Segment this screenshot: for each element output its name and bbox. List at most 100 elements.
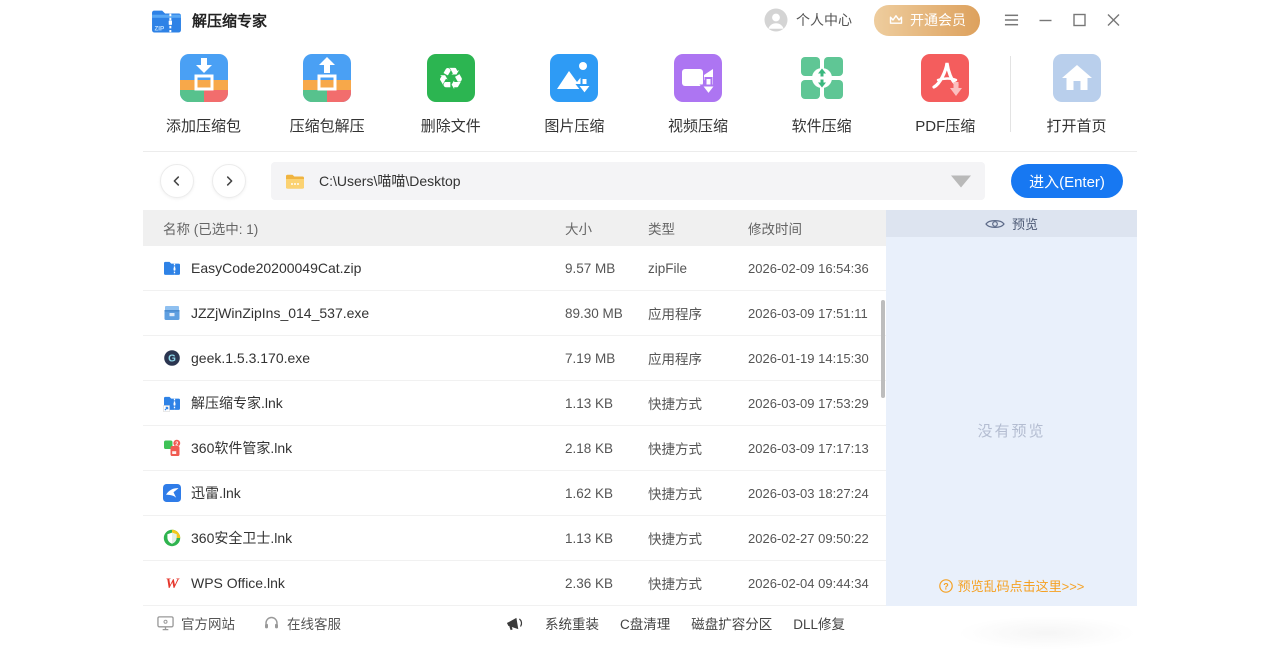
toolbar-item-video-compress[interactable]: 视频压缩 xyxy=(640,54,757,136)
file-modified-cell: 2026-01-19 14:15:30 xyxy=(748,351,886,366)
pdf-compress-icon xyxy=(921,54,969,102)
menu-icon[interactable] xyxy=(1004,13,1019,27)
toolbar: 添加压缩包压缩包解压♻删除文件图片压缩 视频压缩 软件压缩PDF压缩打开首页 xyxy=(143,40,1137,152)
manager-360-icon: 2 xyxy=(163,439,181,457)
vip-label: 开通会员 xyxy=(910,10,966,30)
toolbar-item-delete-file[interactable]: ♻删除文件 xyxy=(392,54,509,136)
file-name: 迅雷.lnk xyxy=(191,483,241,503)
wps-icon: W xyxy=(163,574,181,592)
toolbar-item-image-compress[interactable]: 图片压缩 xyxy=(516,54,633,136)
table-row[interactable]: 360安全卫士.lnk 1.13 KB快捷方式2026-02-27 09:50:2… xyxy=(143,516,886,561)
file-type-cell: 快捷方式 xyxy=(648,438,748,458)
toolbar-item-label: 图片压缩 xyxy=(544,115,604,136)
file-modified-cell: 2026-02-27 09:50:22 xyxy=(748,531,886,546)
enter-button[interactable]: 进入(Enter) xyxy=(1011,164,1123,198)
back-icon xyxy=(170,174,184,188)
file-name-cell: 解压缩专家.lnk xyxy=(143,393,565,413)
video-compress-icon xyxy=(674,54,722,102)
file-size-cell: 1.13 KB xyxy=(565,531,648,546)
table-row[interactable]: 2360软件管家.lnk2.18 KB快捷方式2026-03-09 17:17:… xyxy=(143,426,886,471)
toolbar-divider xyxy=(1010,56,1011,132)
extract-archive-icon xyxy=(303,54,351,102)
toolbar-item-extract-archive[interactable]: 压缩包解压 xyxy=(269,54,386,136)
table-row[interactable]: Ggeek.1.5.3.170.exe7.19 MB应用程序2026-01-19… xyxy=(143,336,886,381)
file-type-cell: 快捷方式 xyxy=(648,483,748,503)
forward-icon xyxy=(222,174,236,188)
statusbar-label: 官方网站 xyxy=(181,613,235,633)
file-name-cell: 360安全卫士.lnk xyxy=(143,528,565,548)
megaphone-icon xyxy=(505,615,524,632)
vertical-scrollbar[interactable] xyxy=(881,300,885,398)
table-row[interactable]: EasyCode20200049Cat.zip9.57 MBzipFile202… xyxy=(143,246,886,291)
svg-text:2: 2 xyxy=(175,441,178,447)
thunder-icon xyxy=(163,484,181,502)
close-icon[interactable] xyxy=(1106,13,1121,27)
file-type-cell: 快捷方式 xyxy=(648,393,748,413)
statusbar-online-service[interactable]: 在线客服 xyxy=(263,613,341,633)
preview-header: 预览 xyxy=(886,210,1137,237)
open-vip-button[interactable]: 开通会员 xyxy=(874,5,980,36)
toolbar-item-label: 打开首页 xyxy=(1046,115,1106,136)
home-icon xyxy=(1053,54,1101,102)
headset-icon xyxy=(263,615,280,631)
maximize-icon[interactable] xyxy=(1072,13,1087,27)
file-name: EasyCode20200049Cat.zip xyxy=(191,260,361,276)
statusbar-promo-link[interactable]: 磁盘扩容分区 xyxy=(691,613,772,633)
installer-icon xyxy=(163,304,181,322)
file-modified-cell: 2026-03-09 17:17:13 xyxy=(748,441,886,456)
toolbar-item-label: 视频压缩 xyxy=(668,115,728,136)
header-name[interactable]: 名称 (已选中: 1) xyxy=(143,218,565,238)
file-size-cell: 2.18 KB xyxy=(565,441,648,456)
file-size-cell: 2.36 KB xyxy=(565,576,648,591)
forward-button[interactable] xyxy=(212,164,246,198)
back-button[interactable] xyxy=(160,164,194,198)
file-name: 360安全卫士.lnk xyxy=(191,528,292,548)
delete-recycle-icon: ♻ xyxy=(427,54,475,102)
titlebar: ZIP 解压缩专家 个人中心 开通会员 xyxy=(143,0,1137,40)
file-name-cell: 迅雷.lnk xyxy=(143,483,565,503)
add-archive-icon xyxy=(180,54,228,102)
file-table: 名称 (已选中: 1) 大小 类型 修改时间 EasyCode20200049C… xyxy=(143,210,886,606)
table-header[interactable]: 名称 (已选中: 1) 大小 类型 修改时间 xyxy=(143,210,886,246)
toolbar-item-open-home[interactable]: 打开首页 xyxy=(1018,54,1135,136)
chevron-down-icon[interactable] xyxy=(951,173,971,190)
file-modified-cell: 2026-03-09 17:51:11 xyxy=(748,306,886,321)
header-type[interactable]: 类型 xyxy=(648,218,748,238)
corner-shadow xyxy=(957,616,1137,650)
header-modified[interactable]: 修改时间 xyxy=(748,218,886,238)
path-input[interactable]: C:\Users\喵喵\Desktop xyxy=(271,162,985,200)
app-logo-icon: ZIP xyxy=(151,7,182,34)
statusbar-promo-link[interactable]: 系统重装 xyxy=(545,613,599,633)
table-row[interactable]: WWPS Office.lnk2.36 KB快捷方式2026-02-04 09:… xyxy=(143,561,886,606)
file-size-cell: 1.13 KB xyxy=(565,396,648,411)
file-type-cell: 快捷方式 xyxy=(648,528,748,548)
toolbar-item-software-compress[interactable]: 软件压缩 xyxy=(763,54,880,136)
file-modified-cell: 2026-03-03 18:27:24 xyxy=(748,486,886,501)
statusbar-promo-link[interactable]: C盘清理 xyxy=(620,613,670,633)
file-name-cell: JZZjWinZipIns_014_537.exe xyxy=(143,304,565,322)
svg-text:?: ? xyxy=(943,581,949,591)
header-size[interactable]: 大小 xyxy=(565,218,648,238)
statusbar-official-site[interactable]: 官方网站 xyxy=(157,613,235,633)
file-name: geek.1.5.3.170.exe xyxy=(191,350,310,366)
folder-icon xyxy=(285,173,305,190)
svg-text:ZIP: ZIP xyxy=(154,25,164,32)
table-row[interactable]: 迅雷.lnk 1.62 KB快捷方式2026-03-03 18:27:24 xyxy=(143,471,886,516)
question-icon: ? xyxy=(939,579,953,593)
toolbar-item-add-archive[interactable]: 添加压缩包 xyxy=(145,54,262,136)
path-text: C:\Users\喵喵\Desktop xyxy=(319,171,461,191)
minimize-icon[interactable] xyxy=(1038,13,1053,27)
file-modified-cell: 2026-03-09 17:53:29 xyxy=(748,396,886,411)
preview-help-link[interactable]: ? 预览乱码点击这里>>> xyxy=(886,576,1137,595)
user-center-link[interactable]: 个人中心 xyxy=(796,10,852,30)
toolbar-item-pdf-compress[interactable]: PDF压缩 xyxy=(887,54,1004,136)
crown-icon xyxy=(888,13,904,26)
statusbar-promo-link[interactable]: DLL修复 xyxy=(793,613,845,633)
file-size-cell: 1.62 KB xyxy=(565,486,648,501)
safety-360-icon xyxy=(163,529,181,547)
table-row[interactable]: JZZjWinZipIns_014_537.exe89.30 MB应用程序202… xyxy=(143,291,886,336)
table-row[interactable]: 解压缩专家.lnk1.13 KB快捷方式2026-03-09 17:53:29 xyxy=(143,381,886,426)
svg-text:♻: ♻ xyxy=(437,62,464,97)
user-avatar-icon[interactable] xyxy=(764,8,788,32)
file-name-cell: EasyCode20200049Cat.zip xyxy=(143,259,565,277)
